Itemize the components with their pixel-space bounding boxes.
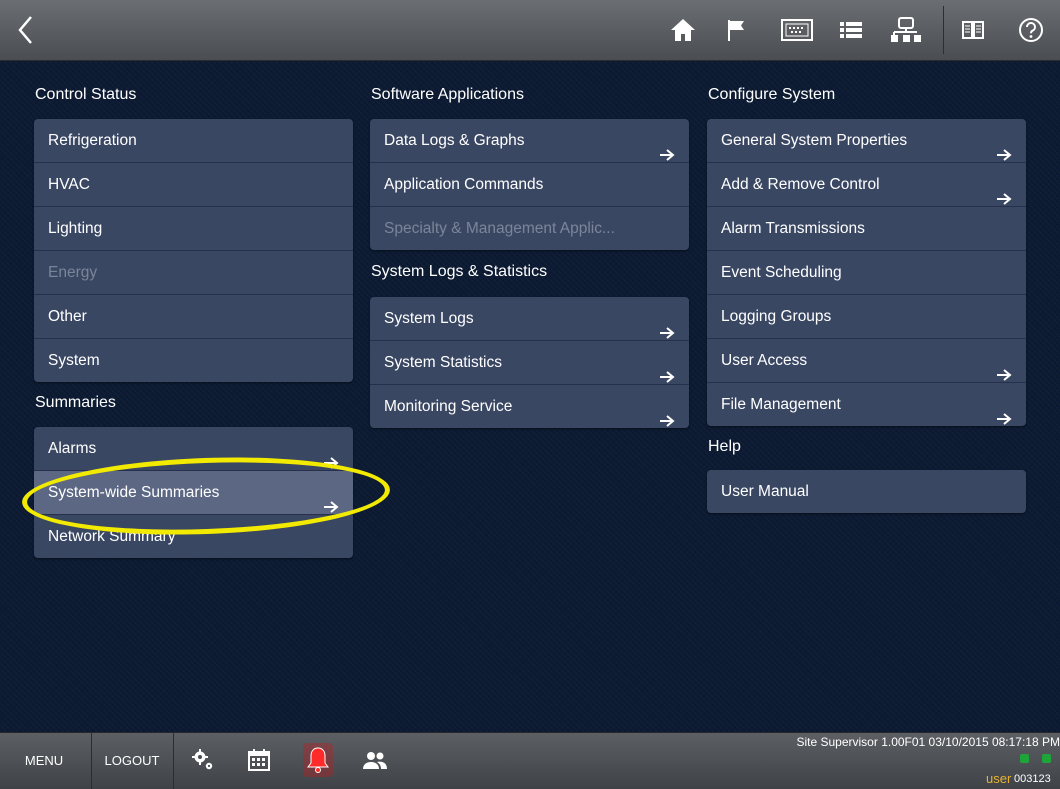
menu-item-label: Monitoring Service bbox=[384, 398, 513, 415]
top-toolbar bbox=[0, 0, 1060, 61]
menu-item-label: Lighting bbox=[48, 220, 103, 237]
system-logs-title: System Logs & Statistics bbox=[371, 263, 548, 280]
bottom-divider bbox=[91, 733, 92, 789]
software-applications-title: Software Applications bbox=[371, 86, 524, 103]
menu-item-label: Specialty & Management Applic... bbox=[384, 220, 615, 237]
menu-item-lighting[interactable]: Lighting bbox=[34, 207, 353, 251]
menu-item-application-commands[interactable]: Application Commands bbox=[370, 163, 689, 207]
arrow-right-icon bbox=[659, 357, 675, 383]
menu-item-label: File Management bbox=[721, 396, 841, 413]
arrow-right-icon bbox=[659, 401, 675, 427]
control-status-title: Control Status bbox=[35, 86, 137, 103]
menu-item-system-statistics[interactable]: System Statistics bbox=[370, 341, 689, 385]
toolbar-divider bbox=[943, 6, 944, 54]
arrow-right-icon bbox=[996, 355, 1012, 381]
menu-item-label: Other bbox=[48, 308, 87, 325]
menu-item-system[interactable]: System bbox=[34, 339, 353, 382]
menu-item-label: Refrigeration bbox=[48, 132, 137, 149]
user-label: user bbox=[986, 771, 1012, 786]
menu-button[interactable]: MENU bbox=[14, 733, 74, 789]
menu-item-refrigeration[interactable]: Refrigeration bbox=[34, 119, 353, 163]
menu-item-label: Logging Groups bbox=[721, 308, 832, 325]
menu-item-energy: Energy bbox=[34, 251, 353, 295]
menu-item-general-system-properties[interactable]: General System Properties bbox=[707, 119, 1026, 163]
menu-item-label: User Access bbox=[721, 352, 808, 369]
arrow-right-icon bbox=[996, 135, 1012, 161]
arrow-right-icon bbox=[996, 399, 1012, 425]
arrow-right-icon bbox=[996, 179, 1012, 205]
summaries-title: Summaries bbox=[35, 394, 116, 411]
menu-item-event-scheduling[interactable]: Event Scheduling bbox=[707, 251, 1026, 295]
status-led bbox=[1042, 754, 1051, 763]
menu-item-label: Event Scheduling bbox=[721, 264, 842, 281]
help-title: Help bbox=[708, 438, 741, 455]
list-icon[interactable] bbox=[836, 15, 866, 45]
chevron-left-icon bbox=[18, 16, 32, 44]
menu-item-label: HVAC bbox=[48, 176, 90, 193]
menu-item-label: Data Logs & Graphs bbox=[384, 132, 525, 149]
menu-item-label: Energy bbox=[48, 264, 98, 281]
menu-item-label: General System Properties bbox=[721, 132, 908, 149]
network-icon[interactable] bbox=[888, 15, 922, 45]
menu-item-label: System Logs bbox=[384, 310, 474, 327]
system-logs-list: System Logs System Statistics Monitoring S… bbox=[370, 297, 689, 428]
menu-item-label: User Manual bbox=[721, 483, 809, 500]
flag-icon[interactable] bbox=[722, 15, 752, 45]
arrow-right-icon bbox=[323, 443, 339, 469]
control-status-list: Refrigeration HVAC Lighting Energy Other Syst… bbox=[34, 119, 353, 382]
menu-item-file-management[interactable]: File Management bbox=[707, 383, 1026, 426]
help-icon[interactable] bbox=[1016, 15, 1046, 45]
menu-item-user-manual[interactable]: User Manual bbox=[707, 470, 1026, 513]
menu-item-label: System Statistics bbox=[384, 354, 502, 371]
menu-item-label: Application Commands bbox=[384, 176, 544, 193]
menu-item-label: System bbox=[48, 352, 100, 369]
menu-item-label: Alarm Transmissions bbox=[721, 220, 865, 237]
back-button[interactable] bbox=[6, 8, 46, 52]
alarm-bell-icon[interactable] bbox=[303, 743, 333, 777]
menu-item-monitoring-service[interactable]: Monitoring Service bbox=[370, 385, 689, 428]
configure-system-title: Configure System bbox=[708, 86, 836, 103]
user-code: 003123 bbox=[1014, 773, 1051, 785]
users-icon[interactable] bbox=[360, 747, 390, 773]
logout-button[interactable]: LOGOUT bbox=[96, 733, 168, 789]
home-icon[interactable] bbox=[668, 15, 698, 45]
menu-item-user-access[interactable]: User Access bbox=[707, 339, 1026, 383]
book-icon[interactable] bbox=[958, 15, 988, 45]
menu-item-logging-groups[interactable]: Logging Groups bbox=[707, 295, 1026, 339]
controller-icon[interactable] bbox=[780, 15, 814, 45]
help-list: User Manual bbox=[707, 470, 1026, 513]
status-led bbox=[1020, 754, 1029, 763]
menu-item-data-logs-graphs[interactable]: Data Logs & Graphs bbox=[370, 119, 689, 163]
arrow-right-icon bbox=[659, 135, 675, 161]
calendar-icon[interactable] bbox=[246, 747, 272, 773]
menu-item-system-logs[interactable]: System Logs bbox=[370, 297, 689, 341]
bottom-toolbar: MENU LOGOUT Site Supervisor 1.00F01 03/1… bbox=[0, 732, 1060, 789]
menu-item-hvac[interactable]: HVAC bbox=[34, 163, 353, 207]
arrow-right-icon bbox=[659, 313, 675, 339]
bottom-divider bbox=[173, 733, 174, 789]
menu-item-label: Alarms bbox=[48, 440, 97, 457]
menu-item-alarm-transmissions[interactable]: Alarm Transmissions bbox=[707, 207, 1026, 251]
menu-item-other[interactable]: Other bbox=[34, 295, 353, 339]
system-info: Site Supervisor 1.00F01 03/10/2015 08:17… bbox=[796, 735, 1060, 749]
menu-item-specialty-management-applic: Specialty & Management Applic... bbox=[370, 207, 689, 250]
menu-item-label: Add & Remove Control bbox=[721, 176, 880, 193]
configure-system-list: General System Properties Add & Remove Co… bbox=[707, 119, 1026, 426]
menu-item-add-remove-control[interactable]: Add & Remove Control bbox=[707, 163, 1026, 207]
settings-gears-icon[interactable] bbox=[190, 747, 216, 773]
software-applications-list: Data Logs & Graphs Application Commands Sp… bbox=[370, 119, 689, 250]
